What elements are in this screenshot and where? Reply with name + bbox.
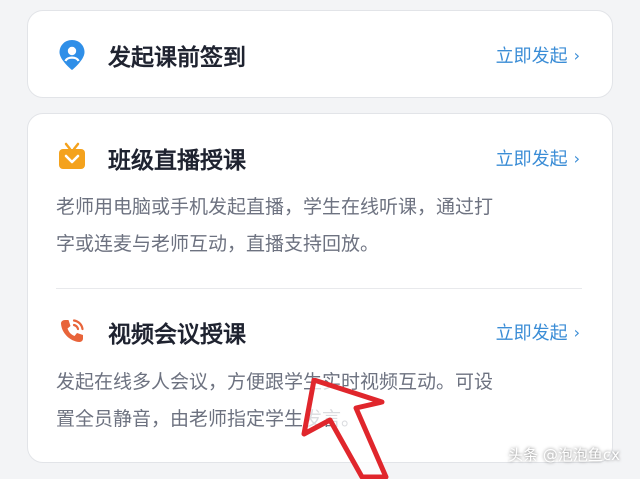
phone-call-icon	[56, 315, 88, 347]
live-start-label: 立即发起	[495, 149, 568, 170]
watermark: 头条 @泡泡鱼cx	[508, 446, 620, 464]
video-title: 视频会议授课	[108, 322, 246, 348]
chevron-right-icon: ›	[573, 148, 580, 168]
video-start-label: 立即发起	[495, 323, 568, 344]
live-start-button[interactable]: 立即发起 ›	[496, 145, 580, 171]
live-desc-line-1: 老师用电脑或手机发起直播，学生在线听课，通过打	[56, 196, 494, 218]
checkin-title: 发起课前签到	[108, 45, 246, 71]
chevron-right-icon: ›	[573, 322, 580, 342]
red-arrow-annotation	[301, 378, 389, 479]
checkin-start-label: 立即发起	[495, 46, 568, 67]
chevron-right-icon: ›	[573, 45, 580, 65]
checkin-card[interactable]: 发起课前签到 立即发起 ›	[27, 10, 613, 98]
live-description: 老师用电脑或手机发起直播，学生在线听课，通过打 字或连麦与老师互动，直播支持回放…	[56, 189, 582, 263]
divider	[56, 288, 582, 289]
tv-icon	[56, 141, 88, 173]
video-start-button[interactable]: 立即发起 ›	[496, 319, 580, 345]
live-title: 班级直播授课	[108, 148, 246, 174]
location-pin-icon	[56, 39, 88, 71]
checkin-start-button[interactable]: 立即发起 ›	[496, 42, 580, 68]
live-desc-line-2: 字或连麦与老师互动，直播支持回放。	[56, 233, 380, 255]
